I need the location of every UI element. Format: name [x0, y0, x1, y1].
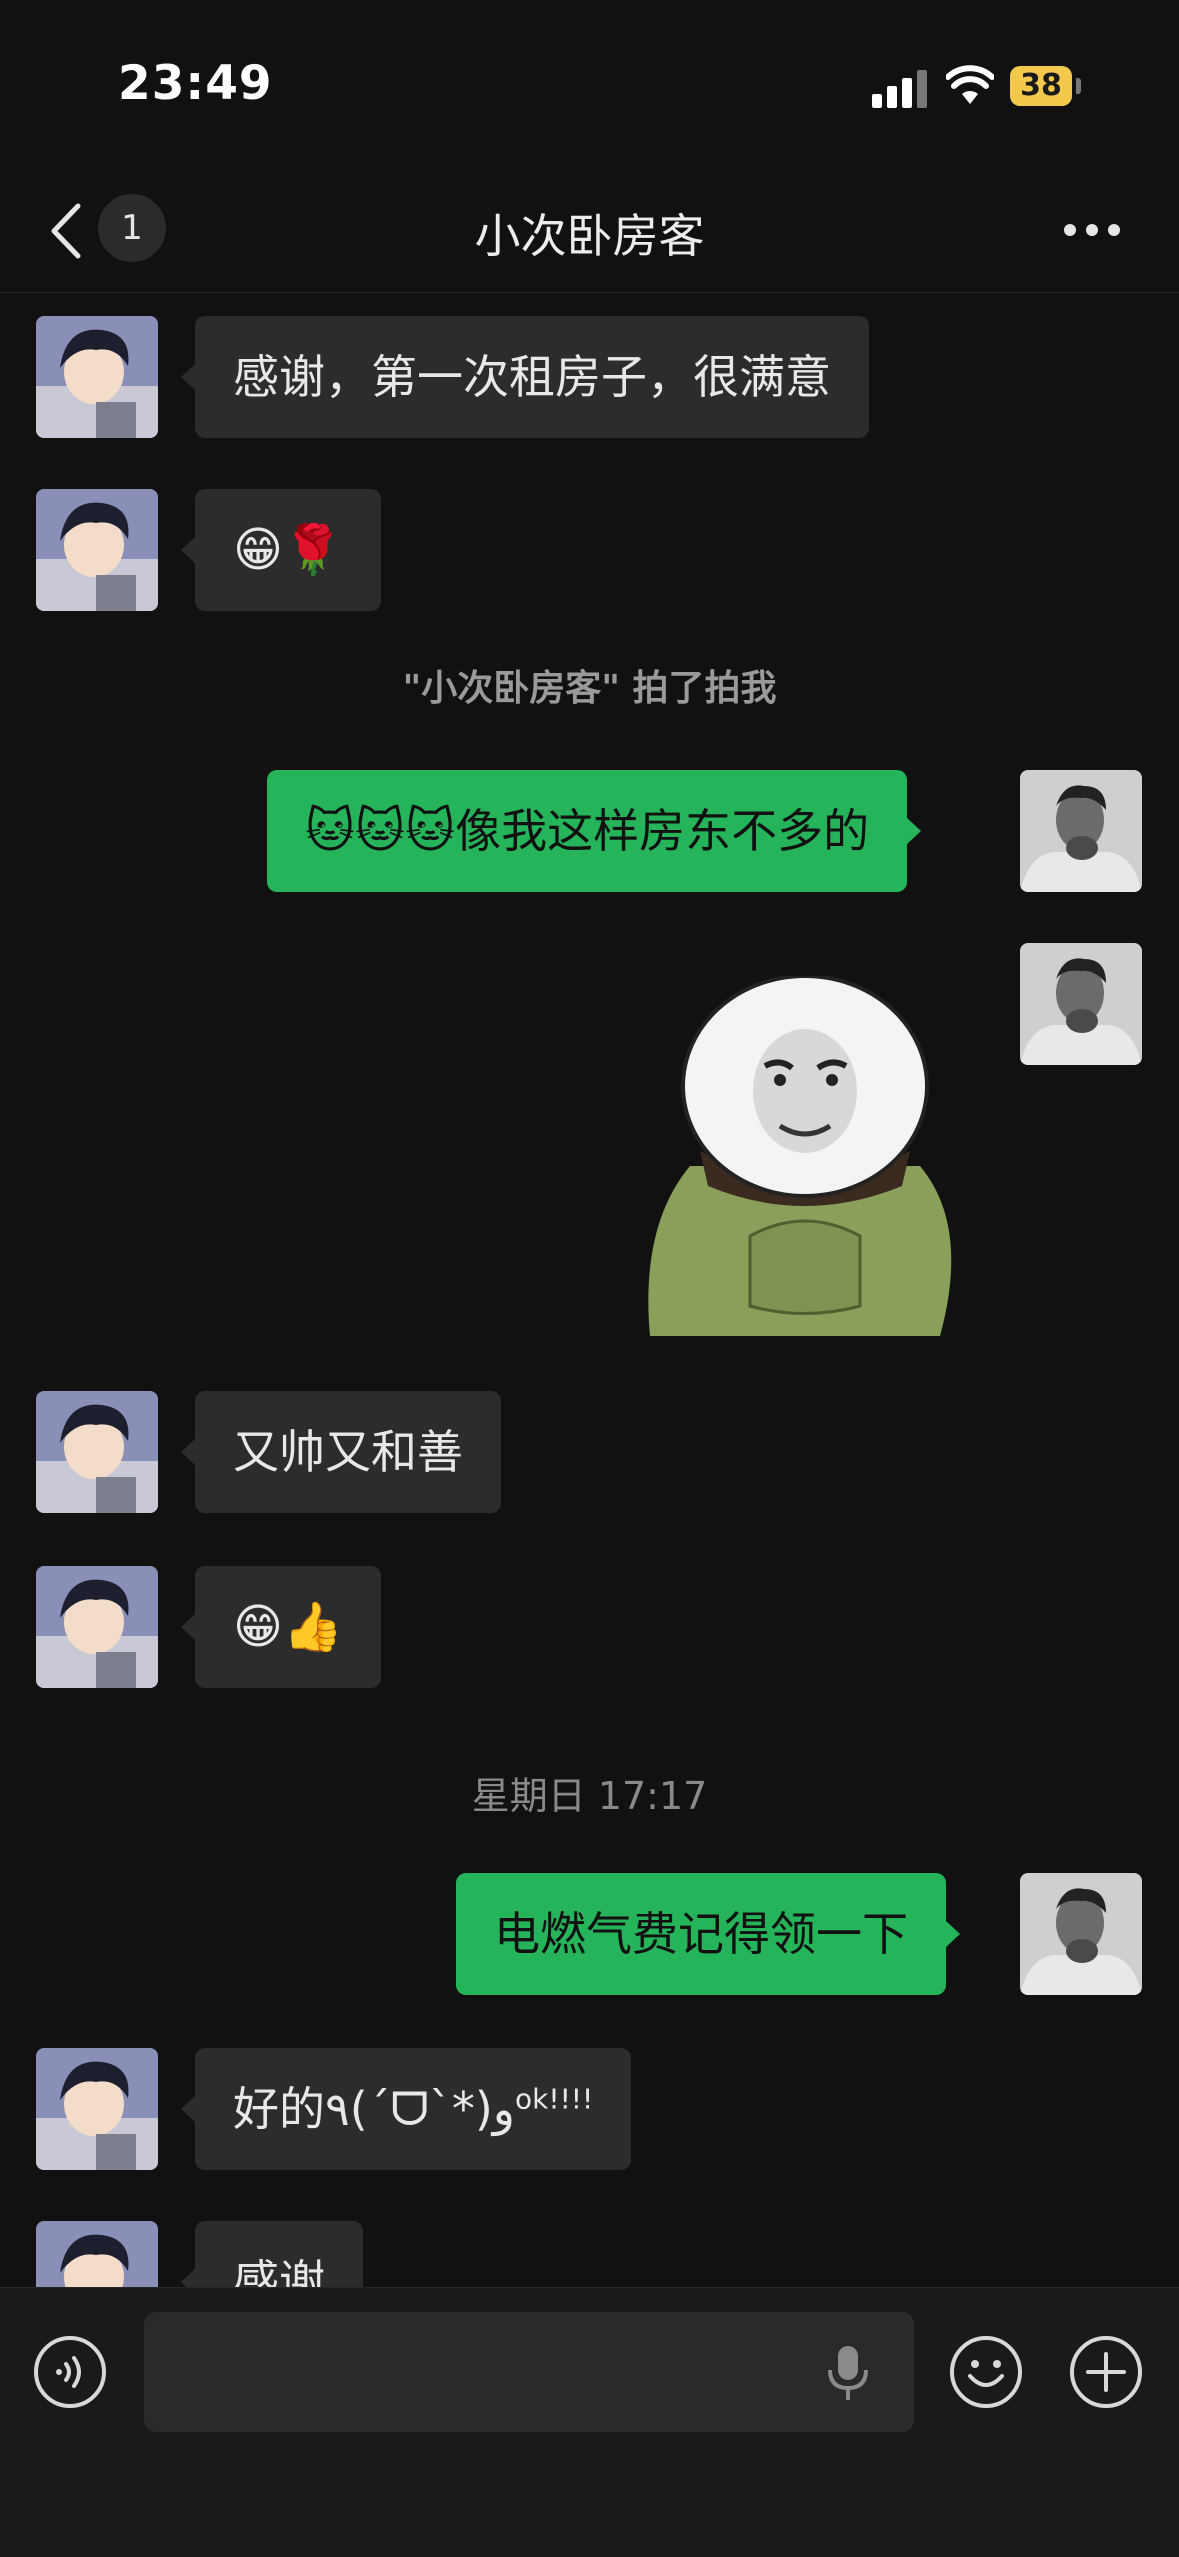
system-notice: "小次卧房客" 拍了拍我: [402, 668, 777, 709]
cat-emoji: 🐱🐱🐱: [305, 803, 456, 859]
chat-header: 1 小次卧房客: [0, 170, 1179, 293]
message-bubble[interactable]: 感谢: [181, 2221, 363, 2287]
message-bubble[interactable]: 又帅又和善: [181, 1391, 501, 1513]
timestamp: 星期日 17:17: [471, 1774, 708, 1818]
my-avatar[interactable]: [1020, 1873, 1142, 1995]
message-bubble[interactable]: 😁🌹: [181, 489, 381, 611]
plus-icon[interactable]: [1068, 2334, 1144, 2410]
more-icon[interactable]: [1064, 220, 1124, 244]
message-input[interactable]: [144, 2312, 914, 2432]
contact-avatar[interactable]: [36, 1391, 158, 1513]
message-superscript: ok!!!!: [515, 2082, 594, 2116]
emoji-icon[interactable]: [948, 2334, 1024, 2410]
voice-icon[interactable]: [32, 2334, 108, 2410]
my-avatar[interactable]: [1020, 770, 1142, 892]
message-bubble[interactable]: 感谢，第一次租房子，很满意: [181, 316, 869, 438]
panda-sticker[interactable]: [640, 976, 970, 1336]
message-bubble[interactable]: 😁👍: [181, 1566, 381, 1688]
chat-title: 小次卧房客: [474, 209, 705, 263]
message-bubble-outgoing[interactable]: 🐱🐱🐱像我这样房东不多的: [267, 770, 922, 892]
contact-avatar[interactable]: [36, 2221, 158, 2287]
status-bar: 23:49 38: [0, 0, 1179, 170]
battery-indicator: 38: [1010, 66, 1072, 106]
message-bubble-outgoing[interactable]: 电燃气费记得领一下: [456, 1873, 960, 1995]
status-time: 23:49: [118, 56, 273, 111]
message-text: 好的٩(ˊᗜˋ*)و: [233, 2082, 516, 2136]
contact-avatar[interactable]: [36, 2048, 158, 2170]
microphone-icon[interactable]: [826, 2344, 870, 2402]
cellular-signal-icon: [872, 70, 932, 108]
input-bar: [0, 2287, 1179, 2557]
contact-avatar[interactable]: [36, 1566, 158, 1688]
message-text: 像我这样房东不多的: [455, 804, 870, 858]
message-list[interactable]: 感谢，第一次租房子，很满意 😁🌹 "小次卧房客" 拍了拍我 🐱🐱🐱像我这样房东不…: [0, 293, 1179, 2287]
battery-tip: [1076, 78, 1081, 94]
contact-avatar[interactable]: [36, 489, 158, 611]
contact-avatar[interactable]: [36, 316, 158, 438]
message-bubble[interactable]: 好的٩(ˊᗜˋ*)وok!!!!: [180, 2048, 632, 2170]
wifi-icon: [946, 65, 994, 104]
my-avatar[interactable]: [1020, 943, 1142, 1065]
